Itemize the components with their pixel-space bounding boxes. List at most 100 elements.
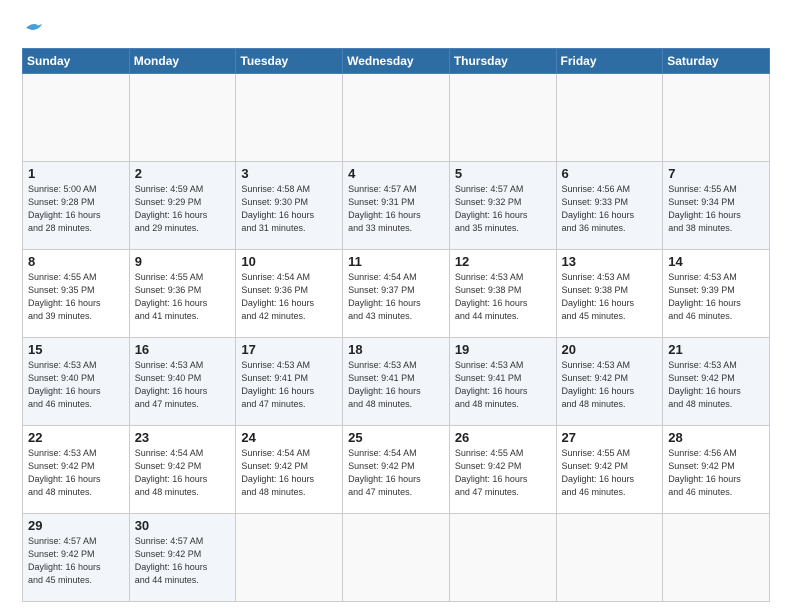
calendar-cell [556,513,663,601]
day-number: 25 [348,430,444,445]
day-info: Sunrise: 4:57 AMSunset: 9:42 PMDaylight:… [135,535,231,587]
calendar-week-3: 15 Sunrise: 4:53 AMSunset: 9:40 PMDayligh… [23,337,770,425]
calendar-cell [449,513,556,601]
col-header-monday: Monday [129,48,236,73]
calendar-cell: 25 Sunrise: 4:54 AMSunset: 9:42 PMDayligh… [343,425,450,513]
calendar-cell: 16Sunrise: 4:53 AMSunset: 9:40 PMDayligh… [129,337,236,425]
calendar-cell [236,73,343,161]
calendar-cell: 19Sunrise: 4:53 AMSunset: 9:41 PMDayligh… [449,337,556,425]
day-info: Sunrise: 4:54 AMSunset: 9:36 PMDaylight:… [241,271,337,323]
calendar-cell: 7 Sunrise: 4:55 AMSunset: 9:34 PMDaylight… [663,161,770,249]
day-info: Sunrise: 4:53 AMSunset: 9:42 PMDaylight:… [28,447,124,499]
day-number: 17 [241,342,337,357]
logo-bird-icon [24,20,46,36]
calendar-cell: 21 Sunrise: 4:53 AMSunset: 9:42 PMDayligh… [663,337,770,425]
day-number: 23 [135,430,231,445]
header [22,18,770,38]
calendar-cell: 6 Sunrise: 4:56 AMSunset: 9:33 PMDaylight… [556,161,663,249]
day-info: Sunrise: 4:57 AMSunset: 9:31 PMDaylight:… [348,183,444,235]
day-number: 9 [135,254,231,269]
logo [22,18,46,38]
calendar-cell: 12 Sunrise: 4:53 AMSunset: 9:38 PMDayligh… [449,249,556,337]
day-number: 4 [348,166,444,181]
day-info: Sunrise: 4:53 AMSunset: 9:42 PMDaylight:… [668,359,764,411]
day-info: Sunrise: 4:53 AMSunset: 9:38 PMDaylight:… [562,271,658,323]
day-info: Sunrise: 4:55 AMSunset: 9:42 PMDaylight:… [455,447,551,499]
day-info: Sunrise: 4:53 AMSunset: 9:39 PMDaylight:… [668,271,764,323]
calendar-cell: 17 Sunrise: 4:53 AMSunset: 9:41 PMDayligh… [236,337,343,425]
calendar-week-5: 29 Sunrise: 4:57 AMSunset: 9:42 PMDayligh… [23,513,770,601]
calendar-cell: 18 Sunrise: 4:53 AMSunset: 9:41 PMDayligh… [343,337,450,425]
calendar-cell: 14 Sunrise: 4:53 AMSunset: 9:39 PMDayligh… [663,249,770,337]
day-number: 14 [668,254,764,269]
calendar-cell: 24Sunrise: 4:54 AMSunset: 9:42 PMDayligh… [236,425,343,513]
day-number: 2 [135,166,231,181]
day-info: Sunrise: 4:54 AMSunset: 9:42 PMDaylight:… [135,447,231,499]
calendar-cell: 1 Sunrise: 5:00 AMSunset: 9:28 PMDaylight… [23,161,130,249]
day-number: 20 [562,342,658,357]
calendar-week-0 [23,73,770,161]
calendar-cell: 5 Sunrise: 4:57 AMSunset: 9:32 PMDaylight… [449,161,556,249]
calendar-cell: 28Sunrise: 4:56 AMSunset: 9:42 PMDayligh… [663,425,770,513]
calendar-cell [449,73,556,161]
day-number: 30 [135,518,231,533]
day-info: Sunrise: 4:53 AMSunset: 9:41 PMDaylight:… [348,359,444,411]
day-info: Sunrise: 4:55 AMSunset: 9:34 PMDaylight:… [668,183,764,235]
day-info: Sunrise: 4:53 AMSunset: 9:41 PMDaylight:… [455,359,551,411]
calendar-cell: 20Sunrise: 4:53 AMSunset: 9:42 PMDayligh… [556,337,663,425]
day-info: Sunrise: 5:00 AMSunset: 9:28 PMDaylight:… [28,183,124,235]
day-number: 27 [562,430,658,445]
col-header-saturday: Saturday [663,48,770,73]
day-number: 15 [28,342,124,357]
day-number: 5 [455,166,551,181]
day-info: Sunrise: 4:53 AMSunset: 9:40 PMDaylight:… [28,359,124,411]
day-info: Sunrise: 4:54 AMSunset: 9:37 PMDaylight:… [348,271,444,323]
day-number: 8 [28,254,124,269]
calendar-cell [236,513,343,601]
col-header-sunday: Sunday [23,48,130,73]
day-info: Sunrise: 4:57 AMSunset: 9:32 PMDaylight:… [455,183,551,235]
calendar-cell: 26Sunrise: 4:55 AMSunset: 9:42 PMDayligh… [449,425,556,513]
calendar-cell [343,73,450,161]
col-header-tuesday: Tuesday [236,48,343,73]
day-info: Sunrise: 4:54 AMSunset: 9:42 PMDaylight:… [348,447,444,499]
calendar-cell: 4 Sunrise: 4:57 AMSunset: 9:31 PMDaylight… [343,161,450,249]
calendar-cell: 13 Sunrise: 4:53 AMSunset: 9:38 PMDayligh… [556,249,663,337]
calendar: SundayMondayTuesdayWednesdayThursdayFrid… [22,48,770,602]
day-info: Sunrise: 4:54 AMSunset: 9:42 PMDaylight:… [241,447,337,499]
day-number: 16 [135,342,231,357]
calendar-cell [23,73,130,161]
day-info: Sunrise: 4:56 AMSunset: 9:33 PMDaylight:… [562,183,658,235]
calendar-cell: 8 Sunrise: 4:55 AMSunset: 9:35 PMDaylight… [23,249,130,337]
calendar-week-4: 22Sunrise: 4:53 AMSunset: 9:42 PMDayligh… [23,425,770,513]
day-info: Sunrise: 4:53 AMSunset: 9:38 PMDaylight:… [455,271,551,323]
calendar-week-2: 8 Sunrise: 4:55 AMSunset: 9:35 PMDaylight… [23,249,770,337]
calendar-week-1: 1 Sunrise: 5:00 AMSunset: 9:28 PMDaylight… [23,161,770,249]
calendar-cell: 30 Sunrise: 4:57 AMSunset: 9:42 PMDayligh… [129,513,236,601]
calendar-cell: 15 Sunrise: 4:53 AMSunset: 9:40 PMDayligh… [23,337,130,425]
day-info: Sunrise: 4:58 AMSunset: 9:30 PMDaylight:… [241,183,337,235]
day-number: 1 [28,166,124,181]
calendar-cell [129,73,236,161]
col-header-wednesday: Wednesday [343,48,450,73]
calendar-cell [663,513,770,601]
day-number: 21 [668,342,764,357]
calendar-cell [556,73,663,161]
day-info: Sunrise: 4:56 AMSunset: 9:42 PMDaylight:… [668,447,764,499]
day-info: Sunrise: 4:55 AMSunset: 9:35 PMDaylight:… [28,271,124,323]
day-number: 13 [562,254,658,269]
calendar-cell: 9Sunrise: 4:55 AMSunset: 9:36 PMDaylight… [129,249,236,337]
day-number: 3 [241,166,337,181]
day-info: Sunrise: 4:57 AMSunset: 9:42 PMDaylight:… [28,535,124,587]
day-number: 6 [562,166,658,181]
day-info: Sunrise: 4:53 AMSunset: 9:41 PMDaylight:… [241,359,337,411]
day-number: 7 [668,166,764,181]
day-number: 12 [455,254,551,269]
day-info: Sunrise: 4:59 AMSunset: 9:29 PMDaylight:… [135,183,231,235]
page: SundayMondayTuesdayWednesdayThursdayFrid… [0,0,792,612]
day-number: 29 [28,518,124,533]
calendar-cell: 11 Sunrise: 4:54 AMSunset: 9:37 PMDayligh… [343,249,450,337]
day-number: 11 [348,254,444,269]
day-number: 18 [348,342,444,357]
day-info: Sunrise: 4:55 AMSunset: 9:42 PMDaylight:… [562,447,658,499]
